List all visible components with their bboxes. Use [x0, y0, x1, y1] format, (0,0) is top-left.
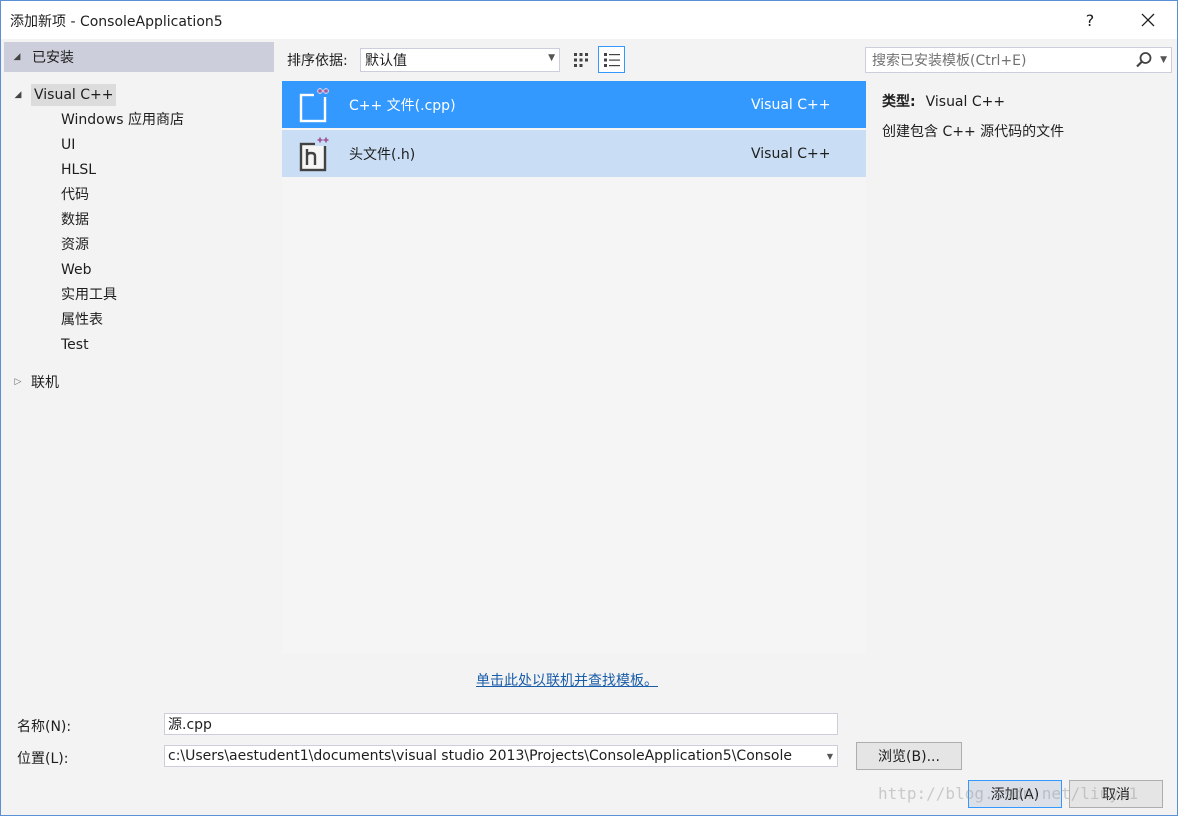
- chevron-down-icon[interactable]: ▼: [1160, 55, 1167, 65]
- sort-by-value: 默认值: [365, 53, 407, 69]
- cancel-button[interactable]: 取消: [1069, 780, 1163, 808]
- chevron-down-icon[interactable]: ▼: [823, 746, 837, 766]
- name-label: 名称(N):: [17, 719, 72, 735]
- close-icon: [1141, 13, 1155, 27]
- add-button[interactable]: 添加(A): [968, 780, 1062, 808]
- template-list: C++ 文件(.cpp) Visual C++ 头文件(.h) Visual C…: [282, 81, 866, 654]
- template-language: Visual C++: [751, 145, 831, 162]
- tree-item-data[interactable]: 数据: [61, 209, 89, 231]
- sort-by-label: 排序依据:: [287, 53, 348, 69]
- template-type-value: Visual C++: [925, 94, 1006, 110]
- help-button[interactable]: ?: [1067, 1, 1113, 39]
- add-new-item-dialog: 添加新项 - ConsoleApplication5 ? ◢ 已安装 ◢ Vis…: [0, 0, 1178, 816]
- header-file-icon: [299, 135, 330, 172]
- template-description: 创建包含 C++ 源代码的文件: [882, 124, 1065, 140]
- tree-node-installed-label: 已安装: [32, 50, 74, 66]
- browse-button[interactable]: 浏览(B)...: [856, 742, 962, 770]
- tree-item-web[interactable]: Web: [61, 259, 92, 281]
- tree-node-online[interactable]: ▷ 联机: [13, 371, 59, 393]
- template-type: 类型: Visual C++: [882, 91, 1005, 111]
- template-language: Visual C++: [751, 96, 831, 113]
- details-view-button[interactable]: [598, 46, 625, 73]
- location-label: 位置(L):: [17, 751, 69, 767]
- tree-item-test[interactable]: Test: [61, 334, 89, 356]
- chevron-down-icon: ▼: [548, 53, 555, 63]
- template-item-cpp-file[interactable]: C++ 文件(.cpp) Visual C++: [282, 81, 866, 128]
- tree-item-ui[interactable]: UI: [61, 134, 75, 156]
- tree-item-resource[interactable]: 资源: [61, 234, 89, 256]
- template-name: C++ 文件(.cpp): [349, 97, 456, 114]
- title-bar: 添加新项 - ConsoleApplication5 ?: [1, 1, 1177, 39]
- close-button[interactable]: [1125, 1, 1171, 39]
- search-placeholder: 搜索已安装模板(Ctrl+E): [872, 53, 1027, 69]
- tree-item-property-sheets[interactable]: 属性表: [61, 309, 103, 331]
- tree-item-utility[interactable]: 实用工具: [61, 284, 117, 306]
- grid-view-icon: [573, 52, 588, 67]
- tree-item-code[interactable]: 代码: [61, 184, 89, 206]
- tree-item-hlsl[interactable]: HLSL: [61, 159, 96, 181]
- expanded-triangle-icon: ◢: [14, 90, 22, 100]
- sort-by-dropdown[interactable]: 默认值 ▼: [360, 48, 560, 72]
- location-combobox[interactable]: c:\Users\aestudent1\documents\visual stu…: [164, 745, 838, 767]
- name-input[interactable]: 源.cpp: [164, 713, 838, 735]
- tree-node-installed[interactable]: ◢ 已安装: [4, 42, 274, 72]
- cpp-file-icon: [299, 86, 330, 123]
- template-item-header-file[interactable]: 头文件(.h) Visual C++: [282, 130, 866, 177]
- find-templates-online-link[interactable]: 单击此处以联机并查找模板。: [476, 670, 658, 690]
- template-name: 头文件(.h): [349, 146, 416, 163]
- tree-node-visual-cpp[interactable]: ◢ Visual C++: [13, 82, 117, 108]
- expanded-triangle-icon: ◢: [13, 52, 21, 62]
- collapsed-triangle-icon: ▷: [14, 377, 22, 387]
- list-view-icon: [603, 52, 620, 67]
- tree-node-visual-cpp-label: Visual C++: [31, 84, 117, 106]
- template-type-label: 类型:: [882, 94, 916, 110]
- location-value: c:\Users\aestudent1\documents\visual stu…: [168, 748, 792, 764]
- tree-item-windows-store[interactable]: Windows 应用商店: [61, 109, 184, 131]
- search-installed-templates-input[interactable]: 搜索已安装模板(Ctrl+E) ▼: [865, 47, 1172, 73]
- window-title: 添加新项 - ConsoleApplication5: [10, 14, 223, 30]
- tree-node-online-label: 联机: [31, 375, 59, 391]
- small-icons-view-button[interactable]: [567, 46, 594, 73]
- template-category-tree: ◢ 已安装 ◢ Visual C++ Windows 应用商店 UI HLSL …: [1, 39, 277, 705]
- search-icon[interactable]: [1135, 51, 1153, 69]
